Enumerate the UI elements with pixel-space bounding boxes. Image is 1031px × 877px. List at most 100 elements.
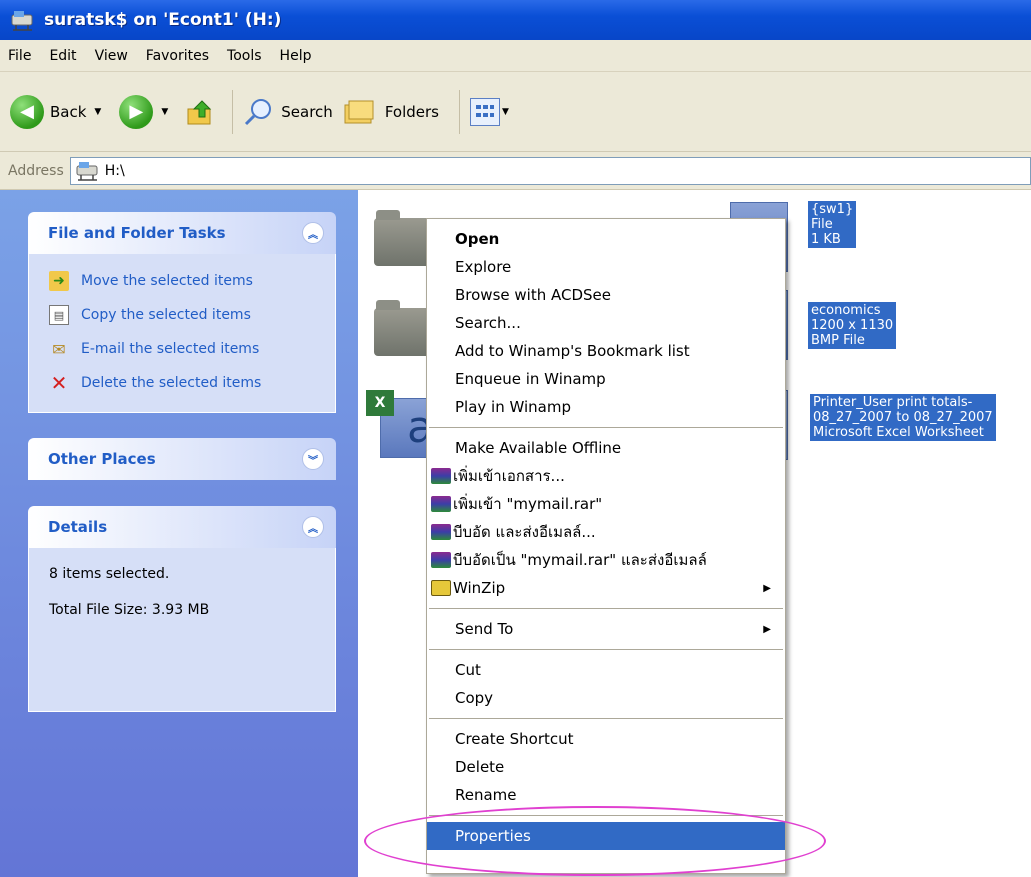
task-delete[interactable]: ✕ Delete the selected items (49, 366, 321, 400)
menu-open[interactable]: Open (427, 225, 785, 253)
address-label: Address (8, 162, 64, 179)
menu-create-shortcut[interactable]: Create Shortcut (427, 725, 785, 753)
menu-label: Play in Winamp (455, 398, 571, 416)
menu-rar-compress-email[interactable]: บีบอัด และส่งอีเมลล์... (427, 518, 785, 546)
menu-browse-acdsee[interactable]: Browse with ACDSee (427, 281, 785, 309)
folder-icon[interactable] (374, 210, 434, 266)
panel-title: Details (48, 518, 108, 536)
menu-separator (429, 718, 783, 719)
menu-winamp-enqueue[interactable]: Enqueue in Winamp (427, 365, 785, 393)
menu-rar-add-mymail[interactable]: เพิ่มเข้า "mymail.rar" (427, 490, 785, 518)
toolbar-separator (458, 89, 460, 134)
menu-help[interactable]: Help (280, 48, 312, 64)
menu-view[interactable]: View (95, 48, 128, 64)
winrar-icon (431, 496, 451, 512)
menu-label: เพิ่มเข้า "mymail.rar" (453, 495, 603, 513)
file-name: economics (811, 303, 881, 318)
file-label-sw1[interactable]: {sw1} File 1 KB (808, 201, 857, 248)
folders-button[interactable]: Folders (343, 97, 439, 127)
menu-label: Copy (455, 689, 494, 707)
file-name: {sw1} (811, 202, 854, 217)
menu-label: Make Available Offline (455, 439, 622, 457)
file-type: Microsoft Excel Worksheet (813, 425, 984, 440)
menu-winamp-play[interactable]: Play in Winamp (427, 393, 785, 421)
address-input[interactable]: H:\ (69, 156, 1031, 185)
file-name: Printer_User print totals- (813, 395, 973, 410)
menu-label: Properties (455, 827, 531, 845)
panel-title: Other Places (48, 450, 156, 468)
expand-icon[interactable]: ︾ (302, 448, 324, 470)
menu-label: Send To (455, 620, 514, 638)
task-move[interactable]: ➜ Move the selected items (49, 264, 321, 298)
menu-label: Enqueue in Winamp (455, 370, 606, 388)
collapse-icon[interactable]: ︽ (302, 516, 324, 538)
menu-winzip[interactable]: WinZip ▶ (427, 574, 785, 602)
search-label: Search (281, 102, 333, 121)
folder-icon[interactable] (374, 300, 434, 356)
toolbar: ◀ Back ▼ ▶ ▼ Search Folders ▼ (0, 72, 1031, 152)
file-folder-tasks-panel: File and Folder Tasks ︽ ➜ Move the selec… (28, 212, 336, 413)
excel-badge-icon: X (366, 390, 394, 416)
menu-favorites[interactable]: Favorites (146, 48, 209, 64)
menu-send-to[interactable]: Send To ▶ (427, 615, 785, 643)
menu-copy[interactable]: Copy (427, 684, 785, 712)
menu-label: เพิ่มเข้าเอกสาร... (453, 467, 565, 485)
menu-label: Explore (455, 258, 512, 276)
submenu-arrow-icon: ▶ (763, 623, 771, 635)
menu-label: Search... (455, 314, 521, 332)
menu-rar-add[interactable]: เพิ่มเข้าเอกสาร... (427, 462, 785, 490)
menu-file[interactable]: File (8, 48, 31, 64)
forward-arrow-icon: ▶ (119, 94, 154, 129)
menu-label: Browse with ACDSee (455, 286, 611, 304)
details-header[interactable]: Details ︽ (28, 506, 336, 548)
back-button[interactable]: ◀ Back ▼ (10, 94, 109, 129)
menu-separator (429, 608, 783, 609)
copy-icon: ▤ (49, 305, 69, 325)
task-label: Move the selected items (81, 273, 253, 289)
winrar-icon (431, 552, 451, 568)
network-drive-icon (11, 11, 33, 31)
menu-separator (429, 815, 783, 816)
winzip-icon (431, 580, 451, 596)
tasks-list: ➜ Move the selected items ▤ Copy the sel… (28, 254, 336, 413)
menu-tools[interactable]: Tools (227, 48, 262, 64)
address-bar: Address H:\ (0, 152, 1031, 190)
file-type: File (811, 217, 833, 232)
menu-make-offline[interactable]: Make Available Offline (427, 434, 785, 462)
file-folder-tasks-header[interactable]: File and Folder Tasks ︽ (28, 212, 336, 254)
file-name-cont: 08_27_2007 to 08_27_2007 (813, 410, 993, 425)
toolbar-separator (232, 89, 234, 134)
views-dropdown-icon[interactable]: ▼ (502, 107, 509, 117)
file-label-printer[interactable]: Printer_User print totals- 08_27_2007 to… (810, 394, 996, 441)
menu-explore[interactable]: Explore (427, 253, 785, 281)
menu-label: Add to Winamp's Bookmark list (455, 342, 690, 360)
winrar-icon (431, 524, 451, 540)
menu-properties[interactable]: Properties (427, 822, 785, 850)
task-label: E-mail the selected items (81, 341, 260, 357)
menu-rar-compress-mymail-email[interactable]: บีบอัดเป็น "mymail.rar" และส่งอีเมลล์ (427, 546, 785, 574)
forward-dropdown-icon[interactable]: ▼ (161, 107, 168, 117)
task-email[interactable]: ✉ E-mail the selected items (49, 332, 321, 366)
menu-cut[interactable]: Cut (427, 656, 785, 684)
menu-winamp-bookmark[interactable]: Add to Winamp's Bookmark list (427, 337, 785, 365)
file-label-economics[interactable]: economics 1200 x 1130 BMP File (808, 302, 897, 349)
search-button[interactable]: Search (243, 97, 333, 127)
title-bar[interactable]: suratsk$ on 'Econt1' (H:) (0, 0, 1031, 40)
menu-rename[interactable]: Rename (427, 781, 785, 809)
move-icon: ➜ (49, 271, 69, 291)
up-folder-icon[interactable] (186, 97, 216, 127)
task-copy[interactable]: ▤ Copy the selected items (49, 298, 321, 332)
collapse-icon[interactable]: ︽ (302, 222, 324, 244)
menu-label: WinZip (453, 579, 506, 597)
menu-delete[interactable]: Delete (427, 753, 785, 781)
back-dropdown-icon[interactable]: ▼ (94, 107, 101, 117)
views-icon (469, 97, 500, 126)
task-pane: File and Folder Tasks ︽ ➜ Move the selec… (0, 190, 358, 877)
other-places-header[interactable]: Other Places ︾ (28, 438, 336, 480)
menu-edit[interactable]: Edit (49, 48, 76, 64)
views-button[interactable]: ▼ (469, 97, 517, 126)
menu-label: บีบอัดเป็น "mymail.rar" และส่งอีเมลล์ (453, 551, 707, 569)
forward-button[interactable]: ▶ ▼ (119, 94, 176, 129)
menu-search[interactable]: Search... (427, 309, 785, 337)
file-type: BMP File (811, 333, 865, 348)
